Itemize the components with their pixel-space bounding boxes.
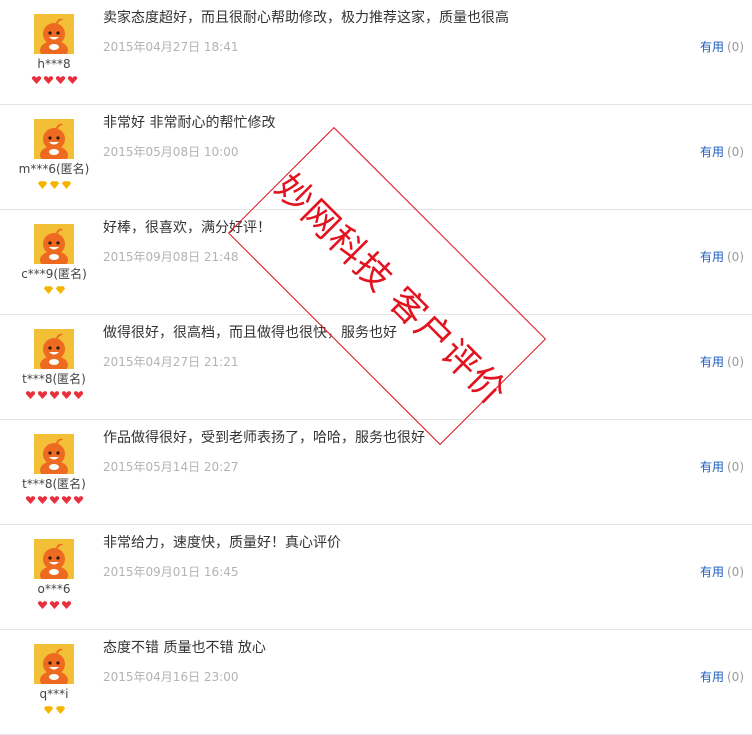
diamond-icon	[42, 705, 54, 715]
useful-count: (0)	[727, 460, 744, 474]
useful-vote: 有用 (0)	[700, 459, 744, 475]
diamond-icon	[36, 180, 48, 190]
review-text: 态度不错 质量也不错 放心	[103, 640, 266, 656]
diamond-icon	[48, 180, 60, 190]
reviewer-info: t***8(匿名)	[14, 329, 94, 402]
reviewer-rank	[14, 705, 94, 717]
useful-vote: 有用 (0)	[700, 354, 744, 370]
avatar[interactable]	[34, 14, 74, 54]
useful-count: (0)	[727, 355, 744, 369]
heart-icon	[60, 390, 72, 400]
useful-vote: 有用 (0)	[700, 669, 744, 685]
review-item: t***8(匿名) 作品做得很好，受到老师表扬了，哈哈，服务也很好 2015年0…	[0, 420, 752, 525]
reviewer-info: o***6	[14, 539, 94, 612]
heart-icon	[36, 390, 48, 400]
heart-icon	[36, 600, 48, 610]
reviewer-rank	[14, 285, 94, 297]
useful-count: (0)	[727, 40, 744, 54]
review-time: 2015年05月14日 20:27	[103, 460, 239, 474]
reviewer-username: m***6(匿名)	[18, 162, 90, 176]
useful-vote: 有用 (0)	[700, 39, 744, 55]
review-text: 非常给力，速度快，质量好！真心评价	[103, 535, 341, 551]
review-list: h***8 卖家态度超好，而且很耐心帮助修改，极力推荐这家，质量也很高 2015…	[0, 0, 752, 735]
reviewer-rank	[14, 390, 94, 402]
reviewer-username: t***8(匿名)	[22, 477, 86, 491]
heart-icon	[60, 495, 72, 505]
review-item: h***8 卖家态度超好，而且很耐心帮助修改，极力推荐这家，质量也很高 2015…	[0, 0, 752, 105]
reviewer-rank	[14, 495, 94, 507]
useful-count: (0)	[727, 145, 744, 159]
reviewer-info: m***6(匿名)	[14, 119, 94, 192]
heart-icon	[24, 390, 36, 400]
useful-count: (0)	[727, 565, 744, 579]
useful-button[interactable]: 有用	[700, 355, 724, 369]
useful-button[interactable]: 有用	[700, 250, 724, 264]
heart-icon	[48, 390, 60, 400]
review-time: 2015年05月08日 10:00	[103, 145, 239, 159]
review-item: m***6(匿名) 非常好 非常耐心的帮忙修改 2015年05月08日 10:0…	[0, 105, 752, 210]
review-item: t***8(匿名) 做得很好，很高档，而且做得也很快，服务也好 2015年04月…	[0, 315, 752, 420]
reviewer-username: q***i	[39, 687, 69, 701]
avatar[interactable]	[34, 644, 74, 684]
avatar[interactable]	[34, 329, 74, 369]
heart-icon	[48, 600, 60, 610]
diamond-icon	[60, 180, 72, 190]
heart-icon	[30, 75, 42, 85]
review-text: 做得很好，很高档，而且做得也很快，服务也好	[103, 325, 397, 341]
review-time: 2015年04月16日 23:00	[103, 670, 239, 684]
review-item: o***6 非常给力，速度快，质量好！真心评价 2015年09月01日 16:4…	[0, 525, 752, 630]
useful-vote: 有用 (0)	[700, 144, 744, 160]
heart-icon	[48, 495, 60, 505]
review-text: 非常好 非常耐心的帮忙修改	[103, 115, 276, 131]
heart-icon	[54, 75, 66, 85]
useful-count: (0)	[727, 670, 744, 684]
review-text: 好棒，很喜欢，满分好评！	[103, 220, 271, 236]
reviewer-username: o***6	[37, 582, 71, 596]
heart-icon	[72, 390, 84, 400]
diamond-icon	[42, 285, 54, 295]
heart-icon	[36, 495, 48, 505]
review-time: 2015年09月08日 21:48	[103, 250, 239, 264]
reviewer-rank	[14, 180, 94, 192]
reviewer-info: q***i	[14, 644, 94, 717]
review-text: 作品做得很好，受到老师表扬了，哈哈，服务也很好	[103, 430, 425, 446]
useful-button[interactable]: 有用	[700, 145, 724, 159]
heart-icon	[66, 75, 78, 85]
useful-vote: 有用 (0)	[700, 249, 744, 265]
heart-icon	[60, 600, 72, 610]
reviewer-username: h***8	[37, 57, 71, 71]
review-text: 卖家态度超好，而且很耐心帮助修改，极力推荐这家，质量也很高	[103, 10, 509, 26]
diamond-icon	[54, 705, 66, 715]
reviewer-info: c***9(匿名)	[14, 224, 94, 297]
heart-icon	[72, 495, 84, 505]
avatar[interactable]	[34, 434, 74, 474]
review-time: 2015年04月27日 21:21	[103, 355, 239, 369]
avatar[interactable]	[34, 119, 74, 159]
reviewer-info: t***8(匿名)	[14, 434, 94, 507]
reviewer-rank	[14, 600, 94, 612]
useful-button[interactable]: 有用	[700, 40, 724, 54]
useful-vote: 有用 (0)	[700, 564, 744, 580]
avatar[interactable]	[34, 539, 74, 579]
useful-count: (0)	[727, 250, 744, 264]
reviewer-rank	[14, 75, 94, 87]
heart-icon	[42, 75, 54, 85]
reviewer-username: t***8(匿名)	[22, 372, 86, 386]
review-time: 2015年09月01日 16:45	[103, 565, 239, 579]
diamond-icon	[54, 285, 66, 295]
review-item: c***9(匿名) 好棒，很喜欢，满分好评！ 2015年09月08日 21:48…	[0, 210, 752, 315]
avatar[interactable]	[34, 224, 74, 264]
review-time: 2015年04月27日 18:41	[103, 40, 239, 54]
heart-icon	[24, 495, 36, 505]
useful-button[interactable]: 有用	[700, 460, 724, 474]
useful-button[interactable]: 有用	[700, 670, 724, 684]
reviewer-info: h***8	[14, 14, 94, 87]
useful-button[interactable]: 有用	[700, 565, 724, 579]
review-item: q***i 态度不错 质量也不错 放心 2015年04月16日 23:00 有用…	[0, 630, 752, 735]
reviewer-username: c***9(匿名)	[21, 267, 87, 281]
